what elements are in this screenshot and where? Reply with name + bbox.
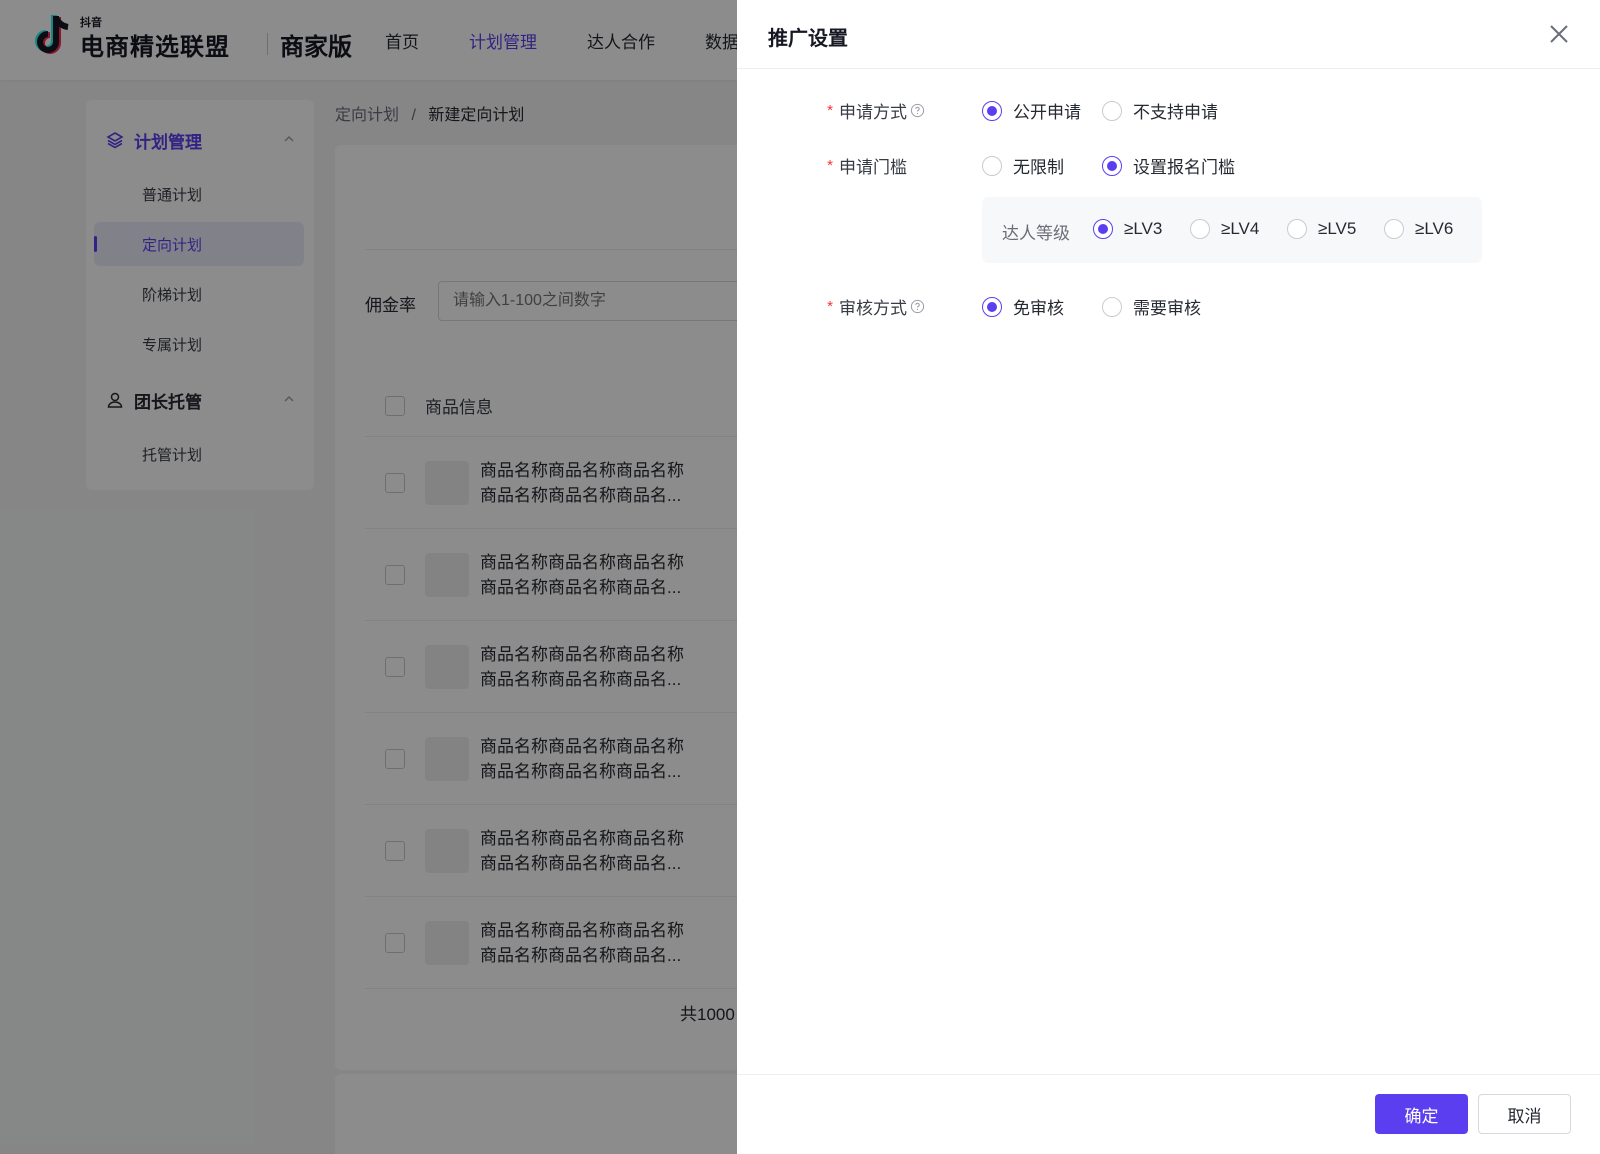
radio-dot <box>1102 296 1122 317</box>
radio-level-lv4[interactable]: ≥LV4 <box>1190 219 1259 239</box>
close-icon[interactable] <box>1547 22 1571 46</box>
radio-public-apply[interactable]: 公开申请 <box>982 98 1081 123</box>
radio-dot <box>1190 219 1210 239</box>
cancel-button[interactable]: 取消 <box>1478 1094 1571 1134</box>
radio-dot <box>982 296 1002 317</box>
drawer-title: 推广设置 <box>768 28 848 50</box>
apply-threshold-label: * 申请门槛 <box>827 157 907 177</box>
radio-level-lv5[interactable]: ≥LV5 <box>1287 219 1356 239</box>
drawer-header-divider <box>737 68 1600 69</box>
required-mark: * <box>827 157 833 174</box>
required-mark: * <box>827 102 833 119</box>
radio-set-threshold[interactable]: 设置报名门槛 <box>1102 153 1235 178</box>
promotion-settings-drawer: 推广设置 * 申请方式 公开申请 不支持申请 * 申请门槛 无限制 设置报名门槛… <box>737 0 1600 1154</box>
radio-dot <box>1093 219 1113 239</box>
confirm-button[interactable]: 确定 <box>1375 1094 1468 1134</box>
radio-dot <box>982 155 1002 176</box>
radio-dot <box>1384 219 1404 239</box>
talent-level-panel: 达人等级 ≥LV3 ≥LV4 ≥LV5 ≥LV6 <box>982 197 1482 263</box>
radio-dot <box>1102 100 1122 121</box>
radio-need-review[interactable]: 需要审核 <box>1102 294 1201 319</box>
radio-level-lv3[interactable]: ≥LV3 <box>1093 219 1162 239</box>
required-mark: * <box>827 298 833 315</box>
help-icon[interactable] <box>910 299 925 314</box>
drawer-footer-divider <box>737 1074 1600 1075</box>
radio-no-apply[interactable]: 不支持申请 <box>1102 98 1218 123</box>
radio-no-limit[interactable]: 无限制 <box>982 153 1064 178</box>
radio-dot <box>1102 155 1122 176</box>
radio-level-lv6[interactable]: ≥LV6 <box>1384 219 1453 239</box>
talent-level-label: 达人等级 <box>1002 224 1070 243</box>
radio-dot <box>1287 219 1307 239</box>
radio-dot <box>982 100 1002 121</box>
radio-no-review[interactable]: 免审核 <box>982 294 1064 319</box>
apply-method-label: * 申请方式 <box>827 98 925 123</box>
review-method-label: * 审核方式 <box>827 294 925 319</box>
help-icon[interactable] <box>910 103 925 118</box>
